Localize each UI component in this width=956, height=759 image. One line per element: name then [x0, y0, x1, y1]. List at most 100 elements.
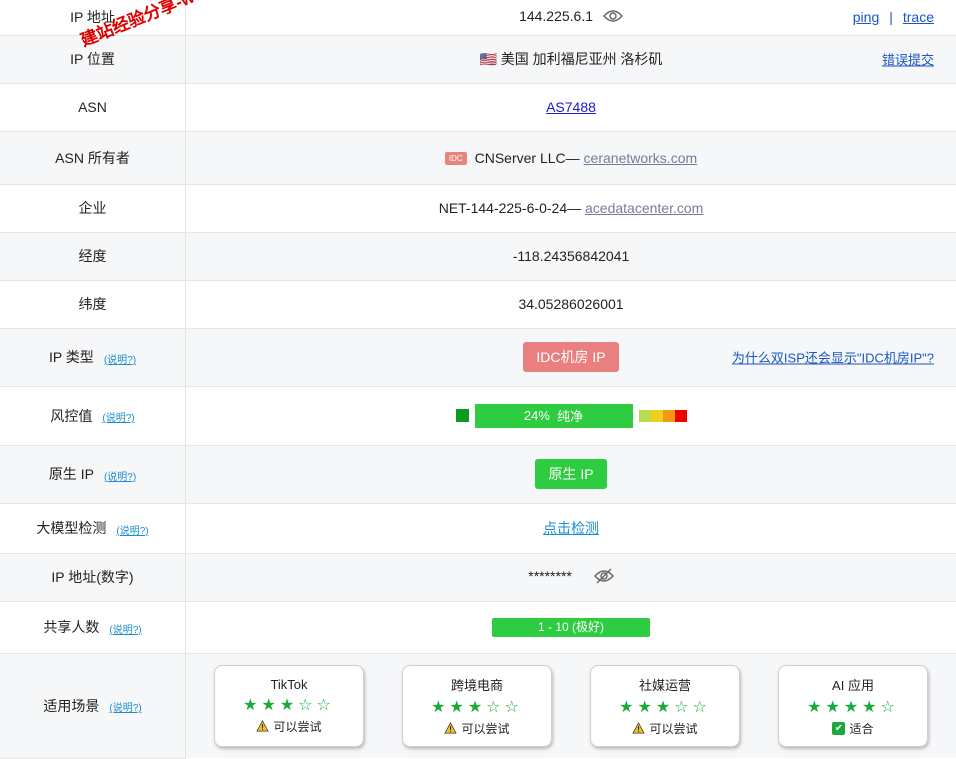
scene-card-name: TikTok	[270, 677, 307, 692]
row-llm-check: 大模型检测 (说明?) 点击检测	[0, 503, 956, 553]
scene-card-cross-border-ecommerce: 跨境电商 ★★★☆☆ 可以尝试	[402, 665, 552, 747]
scene-cards: TikTok ★★★☆☆ 可以尝试 跨境电商 ★★★☆☆ 可以尝试	[186, 665, 956, 747]
star-filled-icon: ★	[280, 697, 298, 714]
star-filled-icon: ★	[431, 699, 449, 716]
risk-scale	[639, 410, 687, 422]
row-asn: ASN AS7488	[0, 83, 956, 131]
star-empty-icon: ☆	[674, 699, 692, 716]
report-error-link[interactable]: 错误提交	[882, 50, 934, 69]
rating-stars: ★★★☆☆	[243, 695, 335, 715]
label-asn: ASN	[0, 83, 186, 131]
label-longitude: 经度	[0, 232, 186, 280]
label-ip-type: IP 类型	[49, 349, 94, 365]
row-native-ip: 原生 IP (说明?) 原生 IP	[0, 445, 956, 503]
star-filled-icon: ★	[261, 697, 279, 714]
star-filled-icon: ★	[243, 697, 261, 714]
sharing-badge: 1 - 10 (极好)	[492, 618, 650, 637]
risk-scale-low	[639, 410, 651, 422]
longitude-value: -118.24356842041	[186, 232, 956, 280]
row-sharing: 共享人数 (说明?) 1 - 10 (极好)	[0, 601, 956, 653]
row-asn-owner: ASN 所有者 IDC CNServer LLC— ceranetworks.co…	[0, 131, 956, 184]
label-native-ip: 原生 IP	[49, 466, 94, 482]
scene-status: 可以尝试	[461, 720, 509, 737]
scene-card-name: AI 应用	[832, 675, 874, 694]
star-empty-icon: ☆	[693, 699, 711, 716]
scene-status: 可以尝试	[649, 720, 697, 737]
scene-card-social-media: 社媒运营 ★★★☆☆ 可以尝试	[590, 665, 740, 747]
star-filled-icon: ★	[844, 699, 862, 716]
scene-card-ai-apps: AI 应用 ★★★★☆ ✔ 适合	[778, 665, 928, 747]
scene-status: 适合	[849, 720, 873, 737]
trace-link[interactable]: trace	[903, 9, 934, 25]
row-ip-location: IP 位置 🇺🇸 美国 加利福尼亚州 洛杉矶 错误提交	[0, 35, 956, 83]
row-risk: 风控值 (说明?) 24% 纯净	[0, 386, 956, 445]
label-ip-number: IP 地址(数字)	[0, 553, 186, 601]
label-scenes: 适用场景	[43, 698, 99, 714]
location-value: 美国 加利福尼亚州 洛杉矶	[501, 51, 663, 67]
ping-link[interactable]: ping	[853, 9, 879, 25]
star-empty-icon: ☆	[298, 697, 316, 714]
native-help-link[interactable]: (说明?)	[104, 472, 136, 483]
company-name: NET-144-225-6-0-24—	[439, 200, 581, 216]
label-risk: 风控值	[50, 408, 92, 424]
star-filled-icon: ★	[637, 699, 655, 716]
star-empty-icon: ☆	[486, 699, 504, 716]
llm-help-link[interactable]: (说明?)	[116, 526, 148, 537]
link-separator: |	[889, 9, 893, 25]
risk-bar: 24% 纯净	[475, 404, 633, 428]
ip-type-help-link[interactable]: (说明?)	[104, 355, 136, 366]
star-filled-icon: ★	[619, 699, 637, 716]
row-company: 企业 NET-144-225-6-0-24— acedatacenter.com	[0, 184, 956, 232]
label-sharing: 共享人数	[43, 619, 99, 635]
rating-stars: ★★★☆☆	[619, 697, 711, 717]
llm-check-link[interactable]: 点击检测	[543, 520, 599, 536]
sharing-help-link[interactable]: (说明?)	[109, 625, 141, 636]
rating-stars: ★★★★☆	[807, 697, 899, 717]
risk-help-link[interactable]: (说明?)	[102, 413, 134, 424]
risk-scale-critical	[675, 410, 687, 422]
row-latitude: 纬度 34.05286026001	[0, 280, 956, 328]
scene-card-tiktok: TikTok ★★★☆☆ 可以尝试	[214, 665, 364, 747]
dual-isp-faq-link[interactable]: 为什么双ISP还会显示"IDC机房IP"?	[732, 348, 934, 367]
native-ip-badge: 原生 IP	[535, 459, 606, 489]
star-filled-icon: ★	[656, 699, 674, 716]
scene-status: 可以尝试	[273, 718, 321, 735]
risk-scale-high	[663, 410, 675, 422]
scenes-help-link[interactable]: (说明?)	[109, 703, 141, 714]
latitude-value: 34.05286026001	[186, 280, 956, 328]
star-filled-icon: ★	[468, 699, 486, 716]
risk-verdict: 纯净	[557, 406, 583, 425]
row-ip-number: IP 地址(数字) ********	[0, 553, 956, 601]
row-ip-type: IP 类型 (说明?) IDC机房 IP 为什么双ISP还会显示"IDC机房IP"…	[0, 328, 956, 386]
risk-meter: 24% 纯净	[456, 404, 687, 428]
warning-icon	[632, 722, 645, 734]
star-filled-icon: ★	[825, 699, 843, 716]
asn-link[interactable]: AS7488	[546, 99, 596, 115]
eye-off-icon[interactable]	[594, 568, 614, 587]
star-empty-icon: ☆	[505, 699, 523, 716]
rating-stars: ★★★☆☆	[431, 697, 523, 717]
check-icon: ✔	[832, 722, 845, 735]
risk-scale-medium	[651, 410, 663, 422]
risk-indicator	[456, 409, 469, 422]
ip-address-value: 144.225.6.1	[519, 8, 593, 24]
ip-info-table: IP 地址 144.225.6.1 ping|trace IP 位置 🇺🇸 美国…	[0, 0, 956, 759]
idc-tag: IDC	[445, 152, 467, 165]
company-domain-link[interactable]: acedatacenter.com	[585, 200, 703, 216]
star-filled-icon: ★	[449, 699, 467, 716]
eye-icon[interactable]	[603, 9, 623, 26]
idc-badge: IDC机房 IP	[523, 342, 618, 372]
star-filled-icon: ★	[862, 699, 880, 716]
label-company: 企业	[0, 184, 186, 232]
warning-icon	[256, 720, 269, 732]
star-empty-icon: ☆	[881, 699, 899, 716]
row-longitude: 经度 -118.24356842041	[0, 232, 956, 280]
asn-owner-domain-link[interactable]: ceranetworks.com	[584, 150, 698, 166]
label-asn-owner: ASN 所有者	[0, 131, 186, 184]
label-latitude: 纬度	[0, 280, 186, 328]
star-filled-icon: ★	[807, 699, 825, 716]
label-llm-check: 大模型检测	[36, 520, 106, 536]
row-scenes: 适用场景(说明?) TikTok ★★★☆☆ 可以尝试 跨境电商 ★★★☆☆	[0, 653, 956, 758]
scene-card-name: 社媒运营	[639, 675, 691, 694]
asn-owner-name: CNServer LLC—	[475, 150, 580, 166]
